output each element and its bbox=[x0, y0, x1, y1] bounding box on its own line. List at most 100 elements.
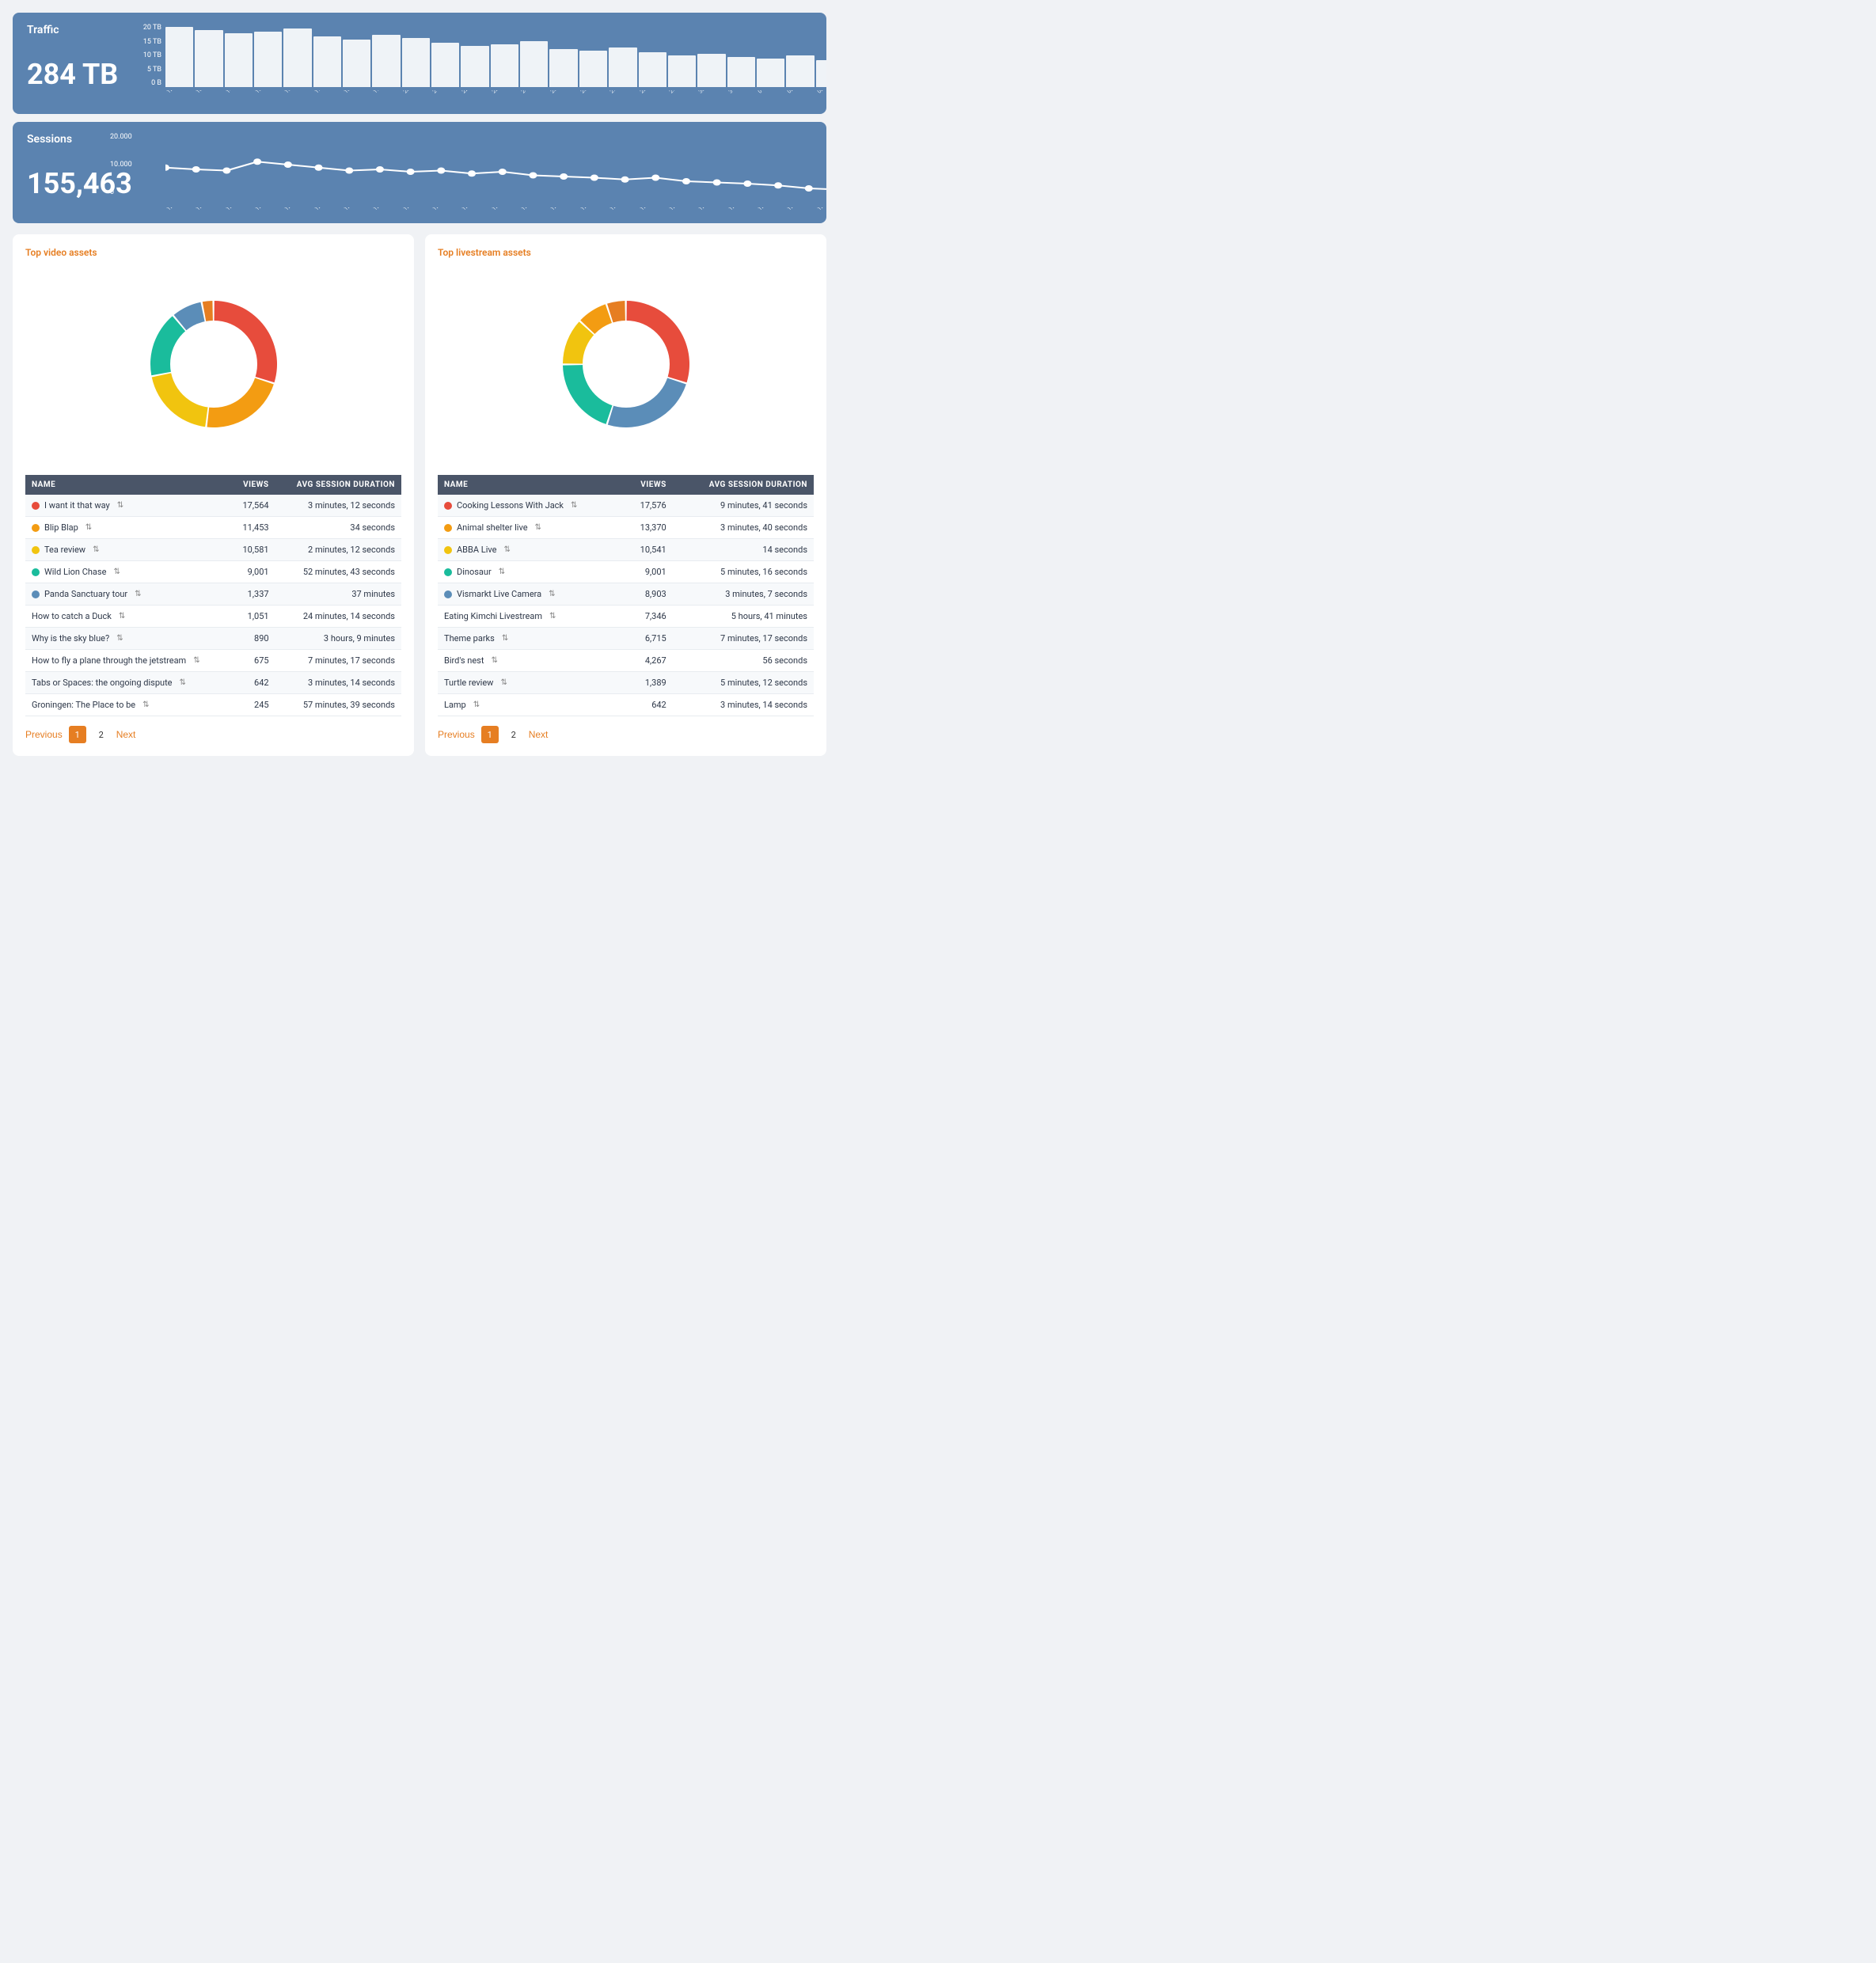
sort-icon[interactable]: ⇅ bbox=[473, 701, 480, 709]
asset-name: Eating Kimchi Livestream bbox=[444, 611, 542, 621]
traffic-bar bbox=[549, 49, 577, 87]
sessions-dot bbox=[222, 168, 230, 174]
table-cell-name: Dinosaur ⇅ bbox=[438, 561, 623, 583]
sessions-dot bbox=[468, 170, 476, 177]
traffic-y-label: 10 TB bbox=[143, 51, 161, 59]
asset-name: Panda Sanctuary tour bbox=[44, 589, 127, 599]
sort-icon[interactable]: ⇅ bbox=[491, 656, 497, 665]
sort-icon[interactable]: ⇅ bbox=[193, 656, 199, 665]
video-next-button[interactable]: Next bbox=[116, 727, 136, 742]
sort-icon[interactable]: ⇅ bbox=[93, 545, 99, 554]
table-cell-name: I want it that way ⇅ bbox=[25, 495, 231, 517]
sort-icon[interactable]: ⇅ bbox=[117, 501, 123, 510]
sort-icon[interactable]: ⇅ bbox=[549, 612, 556, 621]
asset-name: Groningen: The Place to be bbox=[32, 700, 135, 710]
video-previous-button[interactable]: Previous bbox=[25, 727, 63, 742]
table-row: Turtle review ⇅1,3895 minutes, 12 second… bbox=[438, 672, 814, 694]
livestream-assets-title: Top livestream assets bbox=[438, 247, 814, 258]
video-page-2[interactable]: 2 bbox=[93, 726, 110, 743]
asset-name: Animal shelter live bbox=[457, 522, 528, 533]
traffic-bar bbox=[697, 54, 725, 87]
video-page-1[interactable]: 1 bbox=[69, 726, 86, 743]
sort-icon[interactable]: ⇅ bbox=[502, 634, 508, 643]
asset-name: Theme parks bbox=[444, 633, 495, 644]
name-cell: How to catch a Duck ⇅ bbox=[32, 611, 225, 621]
table-row: How to fly a plane through the jetstream… bbox=[25, 650, 401, 672]
sort-icon[interactable]: ⇅ bbox=[119, 612, 125, 621]
sessions-date-label: 12-08-2022 bbox=[431, 207, 456, 212]
table-cell-duration: 7 minutes, 17 seconds bbox=[673, 628, 814, 650]
table-row: Lamp ⇅6423 minutes, 14 seconds bbox=[438, 694, 814, 716]
sessions-dot bbox=[192, 166, 200, 173]
sessions-title: Sessions bbox=[27, 133, 122, 146]
sessions-date-label: 12-08-2022 bbox=[461, 207, 485, 212]
livestream-donut-container bbox=[438, 269, 814, 459]
sort-icon[interactable]: ⇅ bbox=[135, 590, 141, 598]
traffic-title: Traffic bbox=[27, 24, 122, 36]
video-assets-title: Top video assets bbox=[25, 247, 401, 258]
color-dot bbox=[444, 568, 452, 576]
sessions-dot bbox=[376, 166, 384, 173]
traffic-date-label: 18-07-2022 bbox=[343, 90, 367, 95]
table-cell-duration: 3 minutes, 40 seconds bbox=[673, 517, 814, 539]
sort-icon[interactable]: ⇅ bbox=[500, 678, 507, 687]
traffic-bar bbox=[431, 43, 459, 87]
name-cell: Eating Kimchi Livestream ⇅ bbox=[444, 611, 617, 621]
sessions-date-label: 12-08-2022 bbox=[520, 207, 545, 212]
name-cell: Blip Blap ⇅ bbox=[32, 522, 225, 533]
sort-icon[interactable]: ⇅ bbox=[549, 590, 555, 598]
traffic-date-label: 28-07-2022 bbox=[639, 90, 663, 95]
traffic-bars bbox=[165, 24, 826, 87]
sort-icon[interactable]: ⇅ bbox=[180, 678, 186, 687]
livestream-page-1[interactable]: 1 bbox=[481, 726, 499, 743]
table-cell-name: Eating Kimchi Livestream ⇅ bbox=[438, 606, 623, 628]
name-cell: Cooking Lessons With Jack ⇅ bbox=[444, 500, 617, 511]
traffic-bar bbox=[609, 47, 636, 87]
sort-icon[interactable]: ⇅ bbox=[113, 568, 120, 576]
table-cell-name: Wild Lion Chase ⇅ bbox=[25, 561, 231, 583]
sort-icon[interactable]: ⇅ bbox=[142, 701, 149, 709]
livestream-col-name: NAME bbox=[438, 475, 623, 495]
table-row: Why is the sky blue? ⇅8903 hours, 9 minu… bbox=[25, 628, 401, 650]
sort-icon[interactable]: ⇅ bbox=[499, 568, 505, 576]
table-cell-duration: 7 minutes, 17 seconds bbox=[275, 650, 401, 672]
livestream-donut-chart bbox=[531, 269, 721, 459]
color-dot bbox=[444, 524, 452, 532]
sessions-dot bbox=[560, 173, 568, 180]
table-row: Panda Sanctuary tour ⇅1,33737 minutes bbox=[25, 583, 401, 606]
sessions-date-label: 12-08-2022 bbox=[491, 207, 515, 212]
table-cell-views: 1,051 bbox=[231, 606, 275, 628]
table-cell-views: 10,581 bbox=[231, 539, 275, 561]
sessions-date-label: 12-08-2022 bbox=[757, 207, 781, 212]
livestream-page-2[interactable]: 2 bbox=[505, 726, 522, 743]
sort-icon[interactable]: ⇅ bbox=[535, 523, 541, 532]
sessions-dot bbox=[165, 165, 169, 171]
table-cell-views: 8,903 bbox=[623, 583, 672, 606]
table-cell-views: 13,370 bbox=[623, 517, 672, 539]
table-row: Vismarkt Live Camera ⇅8,9033 minutes, 7 … bbox=[438, 583, 814, 606]
traffic-date-label: 15-07-2022 bbox=[254, 90, 279, 95]
traffic-date-label: 24-07-2022 bbox=[520, 90, 545, 95]
sessions-dot bbox=[774, 182, 782, 188]
traffic-bar bbox=[639, 52, 666, 87]
asset-name: Bird's nest bbox=[444, 655, 484, 666]
sort-icon[interactable]: ⇅ bbox=[116, 634, 123, 643]
sessions-date-label: 12-08-2022 bbox=[697, 207, 722, 212]
livestream-previous-button[interactable]: Previous bbox=[438, 727, 475, 742]
table-cell-name: ABBA Live ⇅ bbox=[438, 539, 623, 561]
table-row: I want it that way ⇅17,5643 minutes, 12 … bbox=[25, 495, 401, 517]
livestream-next-button[interactable]: Next bbox=[529, 727, 549, 742]
sessions-y-labels: 20.000 10.000 0 bbox=[110, 133, 132, 196]
sessions-dot bbox=[314, 165, 322, 171]
traffic-date-label: 25-07-2022 bbox=[549, 90, 574, 95]
livestream-col-duration: AVG SESSION DURATION bbox=[673, 475, 814, 495]
table-cell-views: 245 bbox=[231, 694, 275, 716]
sort-icon[interactable]: ⇅ bbox=[503, 545, 510, 554]
name-cell: Bird's nest ⇅ bbox=[444, 655, 617, 666]
traffic-date-label: 19-07-2022 bbox=[372, 90, 397, 95]
sort-icon[interactable]: ⇅ bbox=[85, 523, 92, 532]
sort-icon[interactable]: ⇅ bbox=[571, 501, 577, 510]
traffic-date-label: 29-07-2022 bbox=[668, 90, 693, 95]
color-dot bbox=[444, 590, 452, 598]
traffic-date-label: 31-07-2022 bbox=[727, 90, 752, 95]
